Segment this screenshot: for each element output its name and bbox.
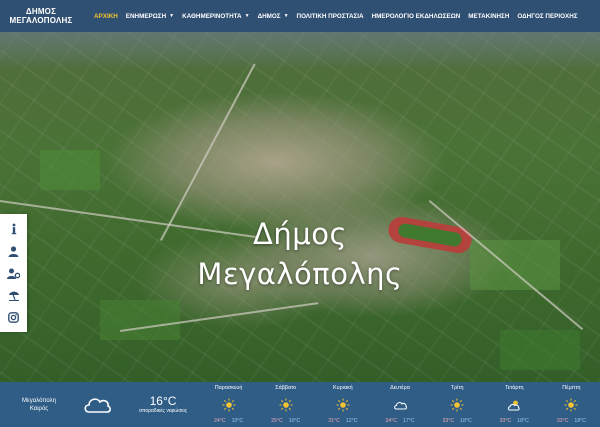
forecast-max: 33°C — [499, 418, 512, 424]
nav-label: ΔΗΜΟΣ — [257, 12, 281, 20]
caret-down-icon: ▼ — [244, 13, 250, 19]
forecast-min: 10°C — [288, 418, 301, 424]
sun-icon — [279, 398, 293, 412]
forecast-day-name: Τετάρτη — [505, 385, 524, 391]
sun-icon — [564, 398, 578, 412]
weather-bar: Μεγαλόπολη Καιρός 16°C σποραδικές νεφώσε… — [0, 382, 600, 427]
forecast-day: Κυριακή 31°C 12°C — [314, 382, 371, 427]
nav-label: ΕΝΗΜΕΡΩΣΗ — [125, 12, 167, 20]
forecast-day-name: Σάββατο — [275, 385, 297, 391]
instagram-icon — [8, 311, 19, 323]
info-button[interactable] — [4, 220, 24, 238]
main-menu: ΑΡΧΙΚΗ ΕΝΗΜΕΡΩΣΗ ▼ ΚΑΘΗΜΕΡΙΝΟΤΗΤΑ ▼ ΔΗΜΟΣ ▼… — [90, 0, 582, 32]
side-toolbar — [0, 214, 27, 332]
nav-item-area-guide[interactable]: ΟΔΗΓΟΣ ΠΕΡΙΟΧΗΣ — [513, 0, 581, 32]
instagram-button[interactable] — [4, 308, 24, 326]
forecast-max: 33°C — [556, 418, 569, 424]
cloud-icon — [394, 402, 407, 410]
sun-icon — [336, 398, 350, 412]
current-temperature: 16°C σποραδικές νεφώσεις — [128, 394, 198, 415]
current-weather: Μεγαλόπολη Καιρός 16°C σποραδικές νεφώσε… — [0, 382, 200, 427]
users-gear-icon — [7, 268, 20, 279]
sun-icon — [450, 398, 464, 412]
road — [428, 200, 584, 331]
caret-down-icon: ▼ — [169, 13, 175, 19]
forecast-day: Τρίτη 33°C 18°C — [429, 382, 486, 427]
forecast-min: 18°C — [574, 418, 586, 424]
caret-down-icon: ▼ — [283, 13, 289, 19]
beach-button[interactable] — [4, 286, 24, 304]
weather-city: Μεγαλόπολη — [22, 397, 56, 404]
current-temp-value: 16°C — [149, 394, 177, 408]
field-patch — [40, 150, 100, 190]
nav-item-news[interactable]: ΕΝΗΜΕΡΩΣΗ ▼ — [122, 0, 178, 32]
forecast-min: 12°C — [345, 418, 358, 424]
forecast-min: 18°C — [517, 418, 529, 424]
forecast-day-name: Δευτέρα — [390, 385, 410, 391]
nav-item-events-calendar[interactable]: ΗΜΕΡΟΛΟΓΙΟ ΕΚΔΗΛΩΣΕΩΝ — [368, 0, 465, 32]
forecast-day-name: Πέμπτη — [562, 385, 581, 391]
nav-label: ΜΕΤΑΚΙΝΗΣΗ — [468, 12, 510, 20]
forecast-temps: 33°C 18°C — [500, 418, 529, 425]
hero-title: Δήμος Μεγαλόπολης — [150, 214, 450, 294]
forecast-max: 31°C — [328, 418, 340, 424]
forecast-temps: 33°C 18°C — [443, 418, 472, 425]
nav-label: ΑΡΧΙΚΗ — [94, 12, 118, 20]
user-settings-button[interactable] — [4, 264, 24, 282]
logo-line-2: ΜΕΓΑΛΟΠΟΛΗΣ — [9, 16, 73, 25]
cloud-icon — [84, 397, 111, 413]
forecast-max: 33°C — [442, 418, 455, 424]
field-patch — [100, 300, 180, 340]
nav-label: ΠΟΛΙΤΙΚΗ ΠΡΟΣΤΑΣΙΑ — [296, 12, 364, 20]
forecast-temps: 33°C 18°C — [557, 418, 586, 425]
info-icon — [11, 223, 16, 235]
nav-label: ΟΔΗΓΟΣ ΠΕΡΙΟΧΗΣ — [517, 12, 578, 20]
forecast-day: Παρασκευή 24°C 10°C — [200, 382, 257, 427]
logo-line-1: ΔΗΜΟΣ — [25, 7, 57, 16]
nav-label: ΚΑΘΗΜΕΡΙΝΟΤΗΤΑ — [182, 12, 242, 20]
current-weather-icon-wrap — [80, 382, 114, 427]
nav-item-home[interactable]: ΑΡΧΙΚΗ — [90, 0, 122, 32]
field-patch — [500, 330, 580, 370]
forecast-min: 10°C — [231, 418, 244, 424]
nav-item-transport[interactable]: ΜΕΤΑΚΙΝΗΣΗ — [464, 0, 513, 32]
forecast-day-name: Κυριακή — [333, 385, 353, 391]
forecast-temps: 31°C 12°C — [328, 418, 357, 425]
forecast-day: Πέμπτη 33°C 18°C — [543, 382, 600, 427]
nav-item-municipality[interactable]: ΔΗΜΟΣ ▼ — [254, 0, 293, 32]
top-navigation-bar: ΔΗΜΟΣ ΜΕΓΑΛΟΠΟΛΗΣ ΑΡΧΙΚΗ ΕΝΗΜΕΡΩΣΗ ▼ ΚΑΘΗ… — [0, 0, 600, 32]
forecast-max: 34°C — [385, 418, 397, 424]
forecast-day-name: Τρίτη — [450, 385, 464, 391]
forecast-max: 24°C — [213, 418, 226, 424]
forecast-day: Δευτέρα 34°C 17°C — [371, 382, 428, 427]
forecast-temps: 24°C 10°C — [214, 418, 243, 425]
forecast-temps: 25°C 10°C — [271, 418, 300, 425]
forecast-day: Τετάρτη 33°C 18°C — [486, 382, 543, 427]
user-icon — [8, 245, 19, 257]
forecast-day-name: Παρασκευή — [214, 385, 243, 391]
sun-cloud-icon — [508, 400, 520, 411]
nav-item-civil-protection[interactable]: ΠΟΛΙΤΙΚΗ ΠΡΟΣΤΑΣΙΑ — [293, 0, 368, 32]
umbrella-beach-icon — [8, 291, 19, 301]
forecast-temps: 34°C 17°C — [385, 418, 414, 425]
forecast-max: 25°C — [271, 418, 283, 424]
current-temp-description: σποραδικές νεφώσεις — [138, 408, 188, 414]
nav-label: ΗΜΕΡΟΛΟΓΙΟ ΕΚΔΗΛΩΣΕΩΝ — [371, 12, 461, 20]
hero-title-line-2: Μεγαλόπολης — [197, 257, 403, 291]
weather-label: Καιρός — [29, 405, 49, 412]
sun-icon — [222, 398, 236, 412]
nav-item-everyday[interactable]: ΚΑΘΗΜΕΡΙΝΟΤΗΤΑ ▼ — [178, 0, 253, 32]
forecast-days: Παρασκευή 24°C 10°C Σάββατο 25°C 10°C Κυρι… — [200, 382, 600, 427]
weather-location: Μεγαλόπολη Καιρός — [4, 397, 74, 413]
forecast-min: 17°C — [402, 418, 415, 424]
forecast-min: 18°C — [460, 418, 472, 424]
account-button[interactable] — [4, 242, 24, 260]
hero-title-line-1: Δήμος — [253, 217, 347, 251]
site-logo[interactable]: ΔΗΜΟΣ ΜΕΓΑΛΟΠΟΛΗΣ — [0, 0, 82, 32]
forecast-day: Σάββατο 25°C 10°C — [257, 382, 314, 427]
